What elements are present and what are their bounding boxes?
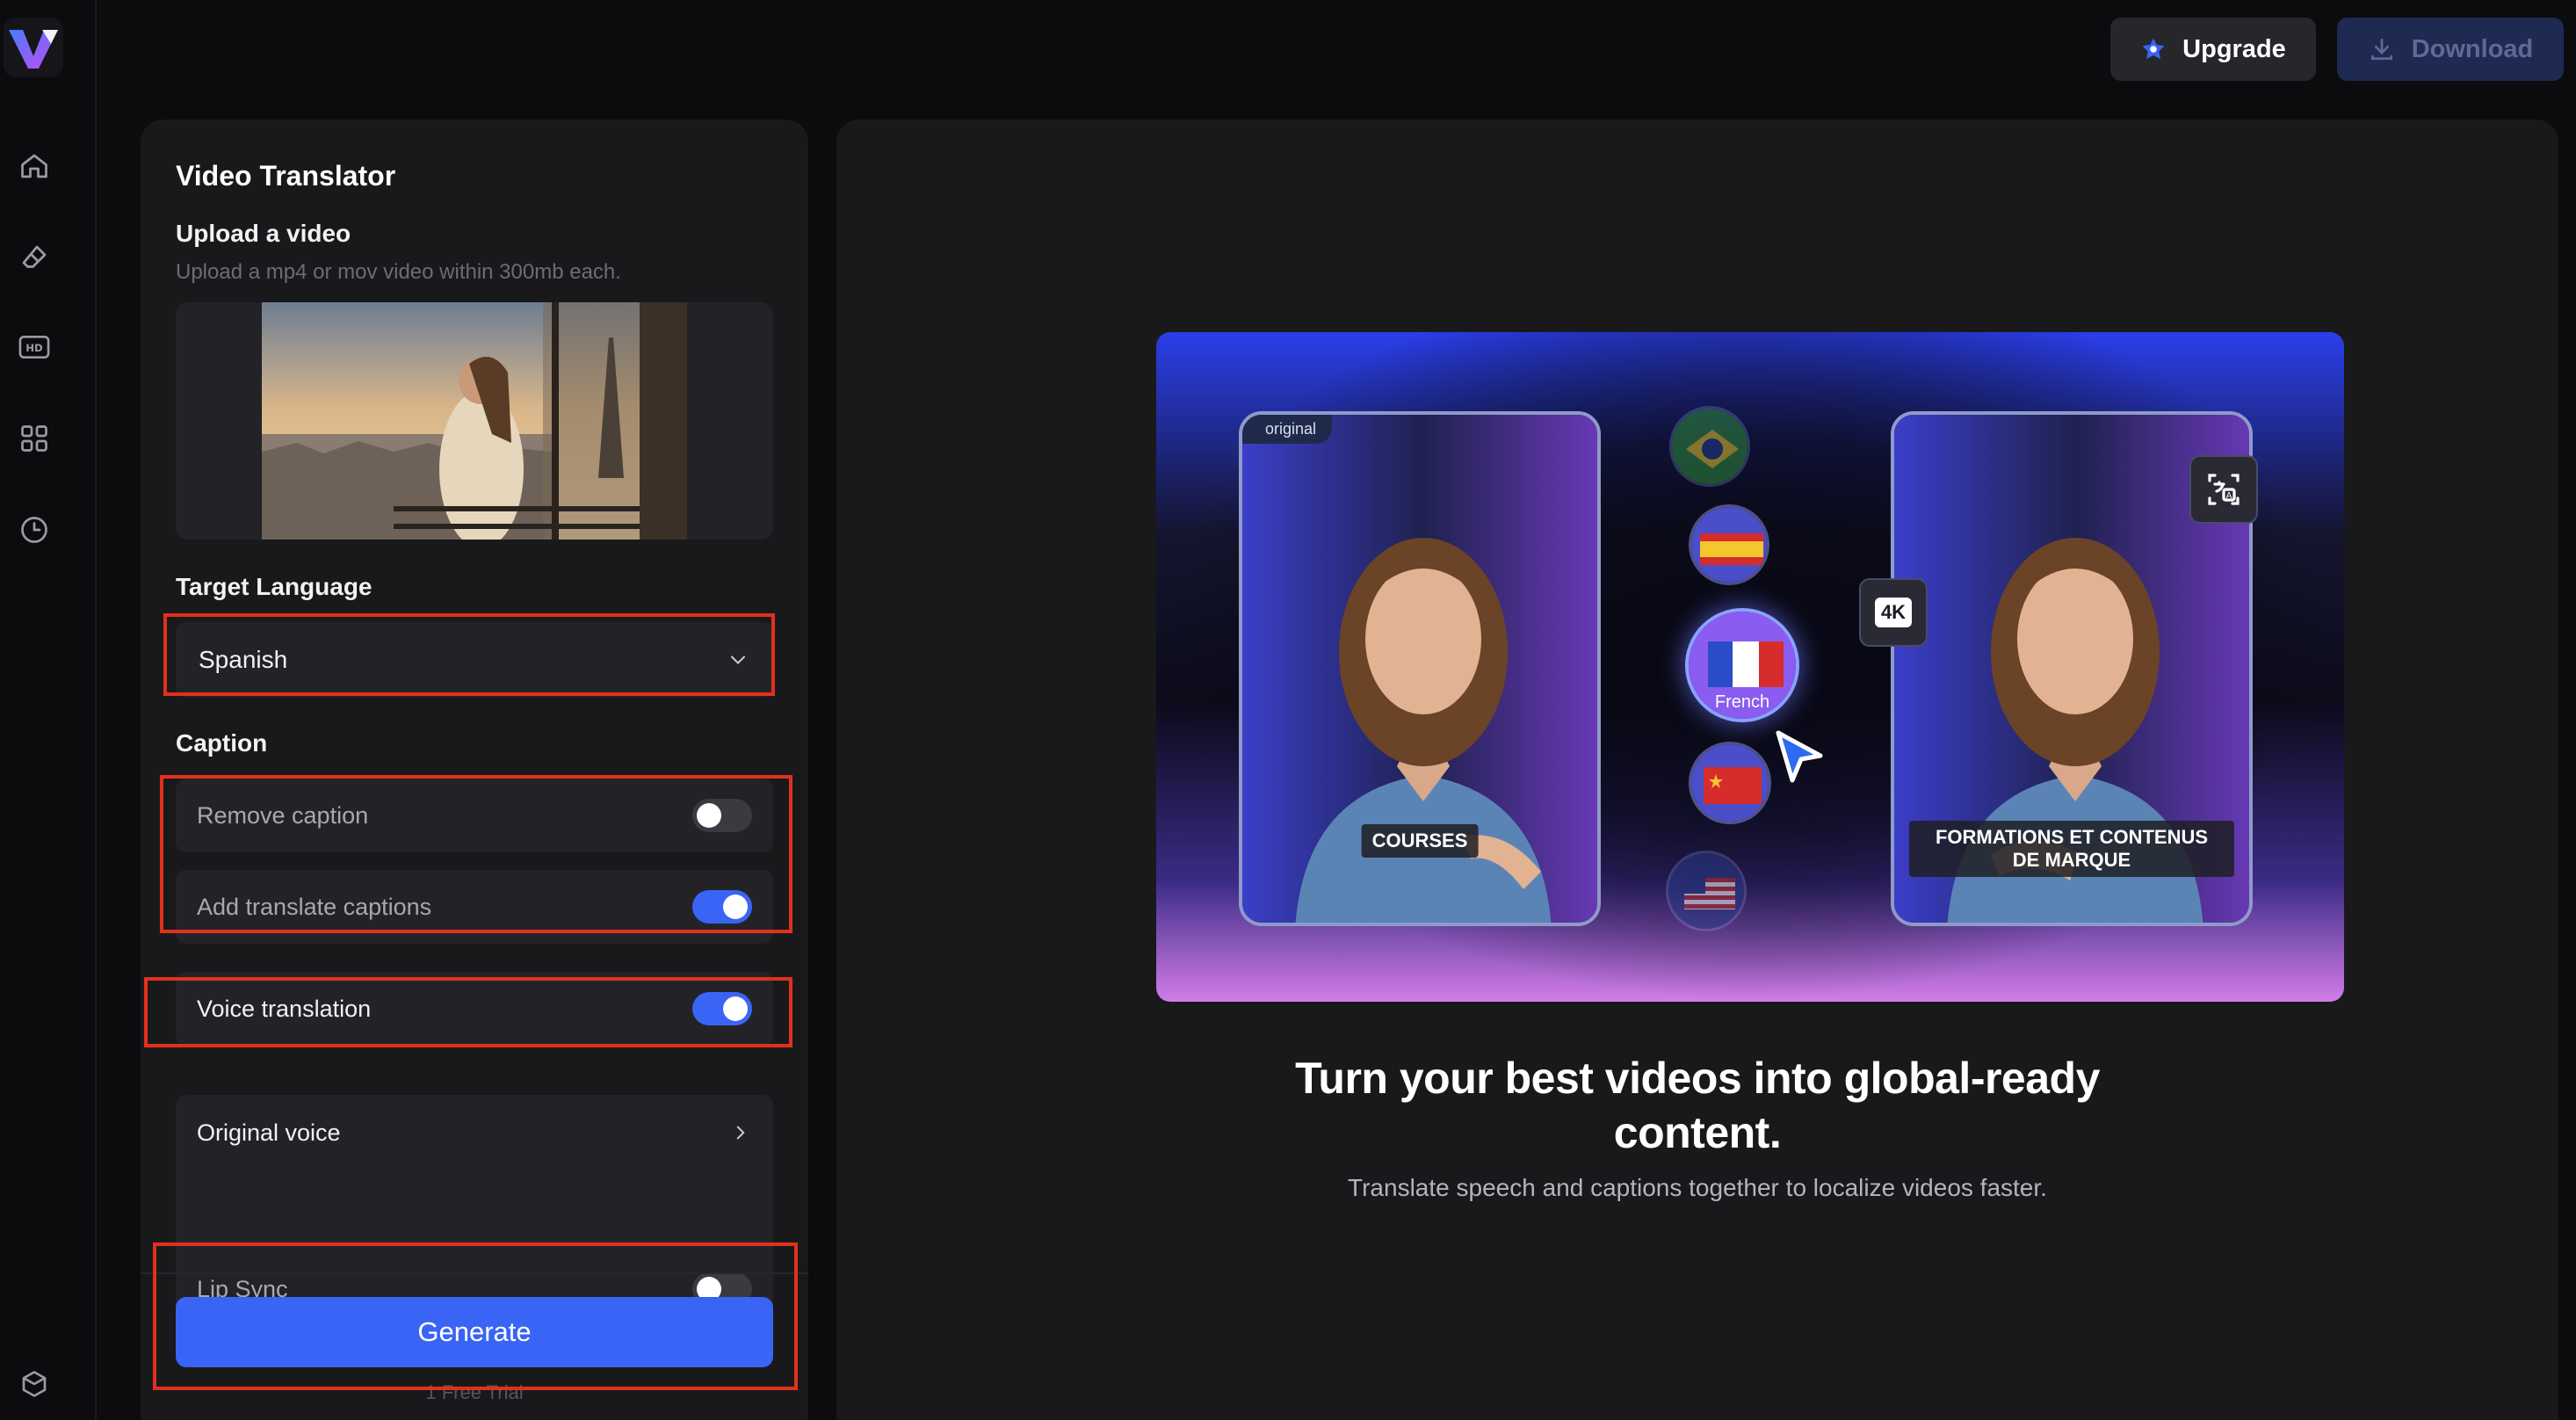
promo-banner: original COURSES FORMATIONS ET CONTENUS … bbox=[1156, 332, 2344, 1002]
4k-badge-icon: 4K bbox=[1859, 578, 1928, 647]
promo-subline: Translate speech and captions together t… bbox=[1348, 1174, 2047, 1201]
panel-title: Video Translator bbox=[176, 160, 396, 192]
hd-icon[interactable]: HD bbox=[16, 329, 53, 366]
generate-button[interactable]: Generate bbox=[176, 1297, 773, 1367]
add-translate-captions-label: Add translate captions bbox=[197, 893, 432, 920]
apps-grid-icon[interactable] bbox=[16, 420, 53, 457]
china-flag-icon bbox=[1689, 742, 1771, 824]
spain-flag-icon bbox=[1689, 504, 1769, 585]
promo-headline-line2: content. bbox=[1613, 1108, 1782, 1157]
add-translate-captions-toggle[interactable] bbox=[692, 890, 752, 924]
brazil-flag-icon bbox=[1669, 406, 1750, 487]
original-voice-row[interactable]: Original voice bbox=[176, 1095, 773, 1170]
left-caption: COURSES bbox=[1361, 824, 1479, 858]
voice-options-group: Original voice Lip Sync bbox=[176, 1095, 773, 1325]
promo-headline: Turn your best videos into global-ready … bbox=[836, 1051, 2558, 1160]
upload-label: Upload a video bbox=[176, 220, 351, 247]
home-icon[interactable] bbox=[16, 148, 53, 185]
right-caption: FORMATIONS ET CONTENUS DE MARQUE bbox=[1909, 821, 2234, 877]
usa-flag-icon bbox=[1666, 851, 1747, 931]
voice-translation-label: Voice translation bbox=[197, 995, 372, 1022]
remove-caption-toggle[interactable] bbox=[692, 799, 752, 832]
download-label: Download bbox=[2411, 34, 2534, 63]
original-tag: original bbox=[1242, 415, 1333, 444]
svg-text:A: A bbox=[2226, 491, 2232, 501]
svg-text:HD: HD bbox=[25, 342, 43, 354]
upgrade-button[interactable]: Upgrade bbox=[2110, 18, 2316, 81]
target-language-value: Spanish bbox=[199, 646, 288, 673]
4k-badge-label: 4K bbox=[1874, 598, 1913, 627]
chevron-right-icon bbox=[736, 1126, 745, 1140]
selected-language-label: French bbox=[1714, 692, 1770, 712]
logo-icon bbox=[9, 30, 58, 69]
translate-icon: A bbox=[2189, 455, 2258, 524]
original-portrait: original COURSES bbox=[1239, 411, 1601, 926]
remove-caption-label: Remove caption bbox=[197, 801, 369, 829]
upgrade-label: Upgrade bbox=[2182, 34, 2286, 63]
free-trial-note: 1 Free Trial bbox=[425, 1381, 524, 1403]
voice-translation-toggle[interactable] bbox=[692, 992, 752, 1025]
box-icon[interactable] bbox=[16, 1366, 53, 1402]
eraser-icon[interactable] bbox=[16, 239, 53, 276]
history-clock-icon[interactable] bbox=[16, 511, 53, 548]
upload-dropzone[interactable] bbox=[176, 302, 773, 540]
france-flag-icon[interactable]: French bbox=[1685, 608, 1799, 722]
target-language-select[interactable]: Spanish bbox=[176, 622, 773, 698]
original-voice-label: Original voice bbox=[197, 1119, 341, 1146]
upload-hint: Upload a mp4 or mov video within 300mb e… bbox=[176, 260, 621, 284]
voice-translation-row: Voice translation bbox=[176, 972, 773, 1046]
promo-headline-line1: Turn your best videos into global-ready bbox=[1295, 1054, 2100, 1103]
footer-divider bbox=[141, 1272, 808, 1274]
voice-divider bbox=[197, 1244, 752, 1246]
chevron-down-icon bbox=[730, 656, 746, 664]
caption-label: Caption bbox=[176, 729, 268, 757]
preview-stage: original COURSES FORMATIONS ET CONTENUS … bbox=[836, 120, 2558, 1420]
app-logo[interactable] bbox=[4, 18, 63, 77]
translator-panel: Video Translator Upload a video Upload a… bbox=[141, 120, 808, 1420]
video-thumbnail bbox=[262, 302, 687, 540]
crown-icon bbox=[2142, 38, 2165, 60]
target-language-label: Target Language bbox=[176, 573, 373, 600]
remove-caption-row: Remove caption bbox=[176, 779, 773, 852]
download-button[interactable]: Download bbox=[2337, 18, 2564, 81]
add-translate-captions-row: Add translate captions bbox=[176, 870, 773, 944]
download-icon bbox=[2370, 39, 2392, 60]
left-rail: HD bbox=[0, 0, 97, 1420]
cursor-pointer-icon bbox=[1776, 730, 1823, 783]
